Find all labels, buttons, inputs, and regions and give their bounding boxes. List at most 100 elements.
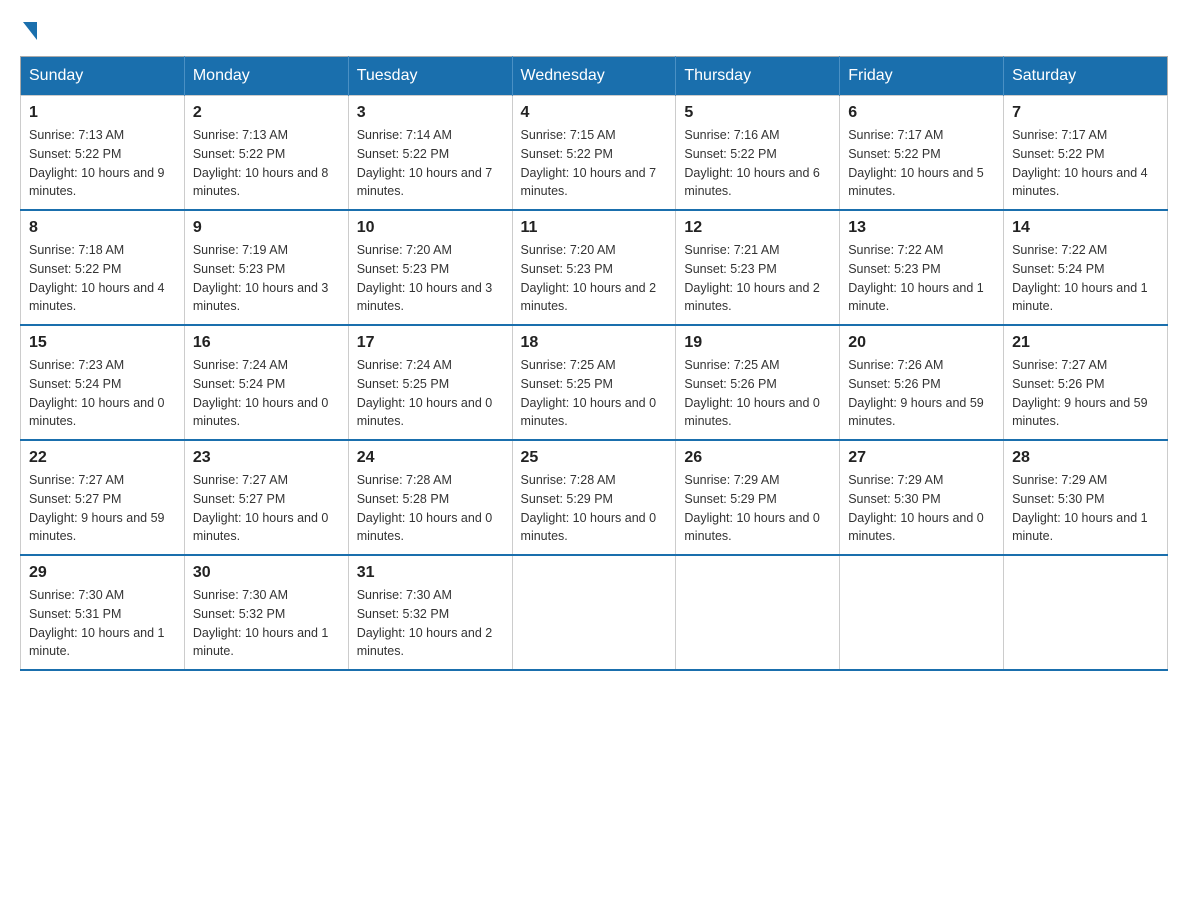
day-number: 13 (848, 219, 995, 237)
day-info: Sunrise: 7:22 AM Sunset: 5:24 PM Dayligh… (1012, 241, 1159, 316)
day-number: 1 (29, 104, 176, 122)
day-number: 19 (684, 334, 831, 352)
day-number: 29 (29, 564, 176, 582)
day-number: 17 (357, 334, 504, 352)
weekday-header-wednesday: Wednesday (512, 57, 676, 96)
calendar-cell: 19 Sunrise: 7:25 AM Sunset: 5:26 PM Dayl… (676, 325, 840, 440)
calendar-cell: 20 Sunrise: 7:26 AM Sunset: 5:26 PM Dayl… (840, 325, 1004, 440)
calendar-cell: 26 Sunrise: 7:29 AM Sunset: 5:29 PM Dayl… (676, 440, 840, 555)
calendar-cell (512, 555, 676, 670)
day-number: 10 (357, 219, 504, 237)
day-number: 24 (357, 449, 504, 467)
calendar-week-4: 22 Sunrise: 7:27 AM Sunset: 5:27 PM Dayl… (21, 440, 1168, 555)
day-info: Sunrise: 7:20 AM Sunset: 5:23 PM Dayligh… (357, 241, 504, 316)
day-info: Sunrise: 7:21 AM Sunset: 5:23 PM Dayligh… (684, 241, 831, 316)
calendar-cell: 15 Sunrise: 7:23 AM Sunset: 5:24 PM Dayl… (21, 325, 185, 440)
calendar-cell: 6 Sunrise: 7:17 AM Sunset: 5:22 PM Dayli… (840, 96, 1004, 211)
calendar-cell: 23 Sunrise: 7:27 AM Sunset: 5:27 PM Dayl… (184, 440, 348, 555)
day-info: Sunrise: 7:29 AM Sunset: 5:30 PM Dayligh… (1012, 471, 1159, 546)
calendar-cell: 12 Sunrise: 7:21 AM Sunset: 5:23 PM Dayl… (676, 210, 840, 325)
day-number: 25 (521, 449, 668, 467)
logo-triangle-icon (23, 22, 37, 40)
day-info: Sunrise: 7:27 AM Sunset: 5:27 PM Dayligh… (29, 471, 176, 546)
calendar-cell: 14 Sunrise: 7:22 AM Sunset: 5:24 PM Dayl… (1004, 210, 1168, 325)
calendar-cell: 16 Sunrise: 7:24 AM Sunset: 5:24 PM Dayl… (184, 325, 348, 440)
day-info: Sunrise: 7:20 AM Sunset: 5:23 PM Dayligh… (521, 241, 668, 316)
calendar-week-3: 15 Sunrise: 7:23 AM Sunset: 5:24 PM Dayl… (21, 325, 1168, 440)
day-number: 18 (521, 334, 668, 352)
weekday-header-row: SundayMondayTuesdayWednesdayThursdayFrid… (21, 57, 1168, 96)
calendar-cell: 28 Sunrise: 7:29 AM Sunset: 5:30 PM Dayl… (1004, 440, 1168, 555)
logo (20, 20, 37, 40)
day-info: Sunrise: 7:29 AM Sunset: 5:30 PM Dayligh… (848, 471, 995, 546)
day-info: Sunrise: 7:16 AM Sunset: 5:22 PM Dayligh… (684, 126, 831, 201)
day-info: Sunrise: 7:28 AM Sunset: 5:28 PM Dayligh… (357, 471, 504, 546)
calendar-cell: 30 Sunrise: 7:30 AM Sunset: 5:32 PM Dayl… (184, 555, 348, 670)
calendar-cell: 24 Sunrise: 7:28 AM Sunset: 5:28 PM Dayl… (348, 440, 512, 555)
calendar-cell: 31 Sunrise: 7:30 AM Sunset: 5:32 PM Dayl… (348, 555, 512, 670)
day-number: 14 (1012, 219, 1159, 237)
calendar-cell: 13 Sunrise: 7:22 AM Sunset: 5:23 PM Dayl… (840, 210, 1004, 325)
page-header (20, 20, 1168, 40)
calendar-cell: 25 Sunrise: 7:28 AM Sunset: 5:29 PM Dayl… (512, 440, 676, 555)
calendar-table: SundayMondayTuesdayWednesdayThursdayFrid… (20, 56, 1168, 671)
weekday-header-sunday: Sunday (21, 57, 185, 96)
day-number: 11 (521, 219, 668, 237)
day-info: Sunrise: 7:27 AM Sunset: 5:26 PM Dayligh… (1012, 356, 1159, 431)
day-number: 5 (684, 104, 831, 122)
weekday-header-thursday: Thursday (676, 57, 840, 96)
day-number: 23 (193, 449, 340, 467)
day-info: Sunrise: 7:27 AM Sunset: 5:27 PM Dayligh… (193, 471, 340, 546)
weekday-header-saturday: Saturday (1004, 57, 1168, 96)
calendar-cell: 22 Sunrise: 7:27 AM Sunset: 5:27 PM Dayl… (21, 440, 185, 555)
day-number: 8 (29, 219, 176, 237)
day-info: Sunrise: 7:13 AM Sunset: 5:22 PM Dayligh… (29, 126, 176, 201)
day-number: 26 (684, 449, 831, 467)
day-info: Sunrise: 7:30 AM Sunset: 5:32 PM Dayligh… (193, 586, 340, 661)
day-number: 3 (357, 104, 504, 122)
calendar-cell (840, 555, 1004, 670)
day-info: Sunrise: 7:30 AM Sunset: 5:32 PM Dayligh… (357, 586, 504, 661)
day-number: 20 (848, 334, 995, 352)
day-number: 9 (193, 219, 340, 237)
day-info: Sunrise: 7:15 AM Sunset: 5:22 PM Dayligh… (521, 126, 668, 201)
weekday-header-monday: Monday (184, 57, 348, 96)
day-info: Sunrise: 7:17 AM Sunset: 5:22 PM Dayligh… (848, 126, 995, 201)
day-info: Sunrise: 7:30 AM Sunset: 5:31 PM Dayligh… (29, 586, 176, 661)
day-info: Sunrise: 7:13 AM Sunset: 5:22 PM Dayligh… (193, 126, 340, 201)
day-info: Sunrise: 7:29 AM Sunset: 5:29 PM Dayligh… (684, 471, 831, 546)
calendar-week-1: 1 Sunrise: 7:13 AM Sunset: 5:22 PM Dayli… (21, 96, 1168, 211)
calendar-cell (1004, 555, 1168, 670)
day-number: 16 (193, 334, 340, 352)
calendar-week-5: 29 Sunrise: 7:30 AM Sunset: 5:31 PM Dayl… (21, 555, 1168, 670)
day-info: Sunrise: 7:25 AM Sunset: 5:26 PM Dayligh… (684, 356, 831, 431)
day-number: 28 (1012, 449, 1159, 467)
calendar-cell: 4 Sunrise: 7:15 AM Sunset: 5:22 PM Dayli… (512, 96, 676, 211)
calendar-cell: 8 Sunrise: 7:18 AM Sunset: 5:22 PM Dayli… (21, 210, 185, 325)
day-info: Sunrise: 7:22 AM Sunset: 5:23 PM Dayligh… (848, 241, 995, 316)
day-info: Sunrise: 7:18 AM Sunset: 5:22 PM Dayligh… (29, 241, 176, 316)
day-number: 21 (1012, 334, 1159, 352)
calendar-cell: 5 Sunrise: 7:16 AM Sunset: 5:22 PM Dayli… (676, 96, 840, 211)
calendar-cell: 11 Sunrise: 7:20 AM Sunset: 5:23 PM Dayl… (512, 210, 676, 325)
day-number: 12 (684, 219, 831, 237)
calendar-cell (676, 555, 840, 670)
day-number: 4 (521, 104, 668, 122)
calendar-cell: 29 Sunrise: 7:30 AM Sunset: 5:31 PM Dayl… (21, 555, 185, 670)
calendar-cell: 10 Sunrise: 7:20 AM Sunset: 5:23 PM Dayl… (348, 210, 512, 325)
day-info: Sunrise: 7:24 AM Sunset: 5:24 PM Dayligh… (193, 356, 340, 431)
day-info: Sunrise: 7:24 AM Sunset: 5:25 PM Dayligh… (357, 356, 504, 431)
calendar-cell: 17 Sunrise: 7:24 AM Sunset: 5:25 PM Dayl… (348, 325, 512, 440)
day-number: 2 (193, 104, 340, 122)
day-info: Sunrise: 7:26 AM Sunset: 5:26 PM Dayligh… (848, 356, 995, 431)
day-info: Sunrise: 7:23 AM Sunset: 5:24 PM Dayligh… (29, 356, 176, 431)
day-info: Sunrise: 7:28 AM Sunset: 5:29 PM Dayligh… (521, 471, 668, 546)
calendar-cell: 9 Sunrise: 7:19 AM Sunset: 5:23 PM Dayli… (184, 210, 348, 325)
calendar-cell: 2 Sunrise: 7:13 AM Sunset: 5:22 PM Dayli… (184, 96, 348, 211)
calendar-cell: 3 Sunrise: 7:14 AM Sunset: 5:22 PM Dayli… (348, 96, 512, 211)
calendar-cell: 27 Sunrise: 7:29 AM Sunset: 5:30 PM Dayl… (840, 440, 1004, 555)
day-number: 31 (357, 564, 504, 582)
day-info: Sunrise: 7:14 AM Sunset: 5:22 PM Dayligh… (357, 126, 504, 201)
calendar-cell: 21 Sunrise: 7:27 AM Sunset: 5:26 PM Dayl… (1004, 325, 1168, 440)
day-info: Sunrise: 7:17 AM Sunset: 5:22 PM Dayligh… (1012, 126, 1159, 201)
